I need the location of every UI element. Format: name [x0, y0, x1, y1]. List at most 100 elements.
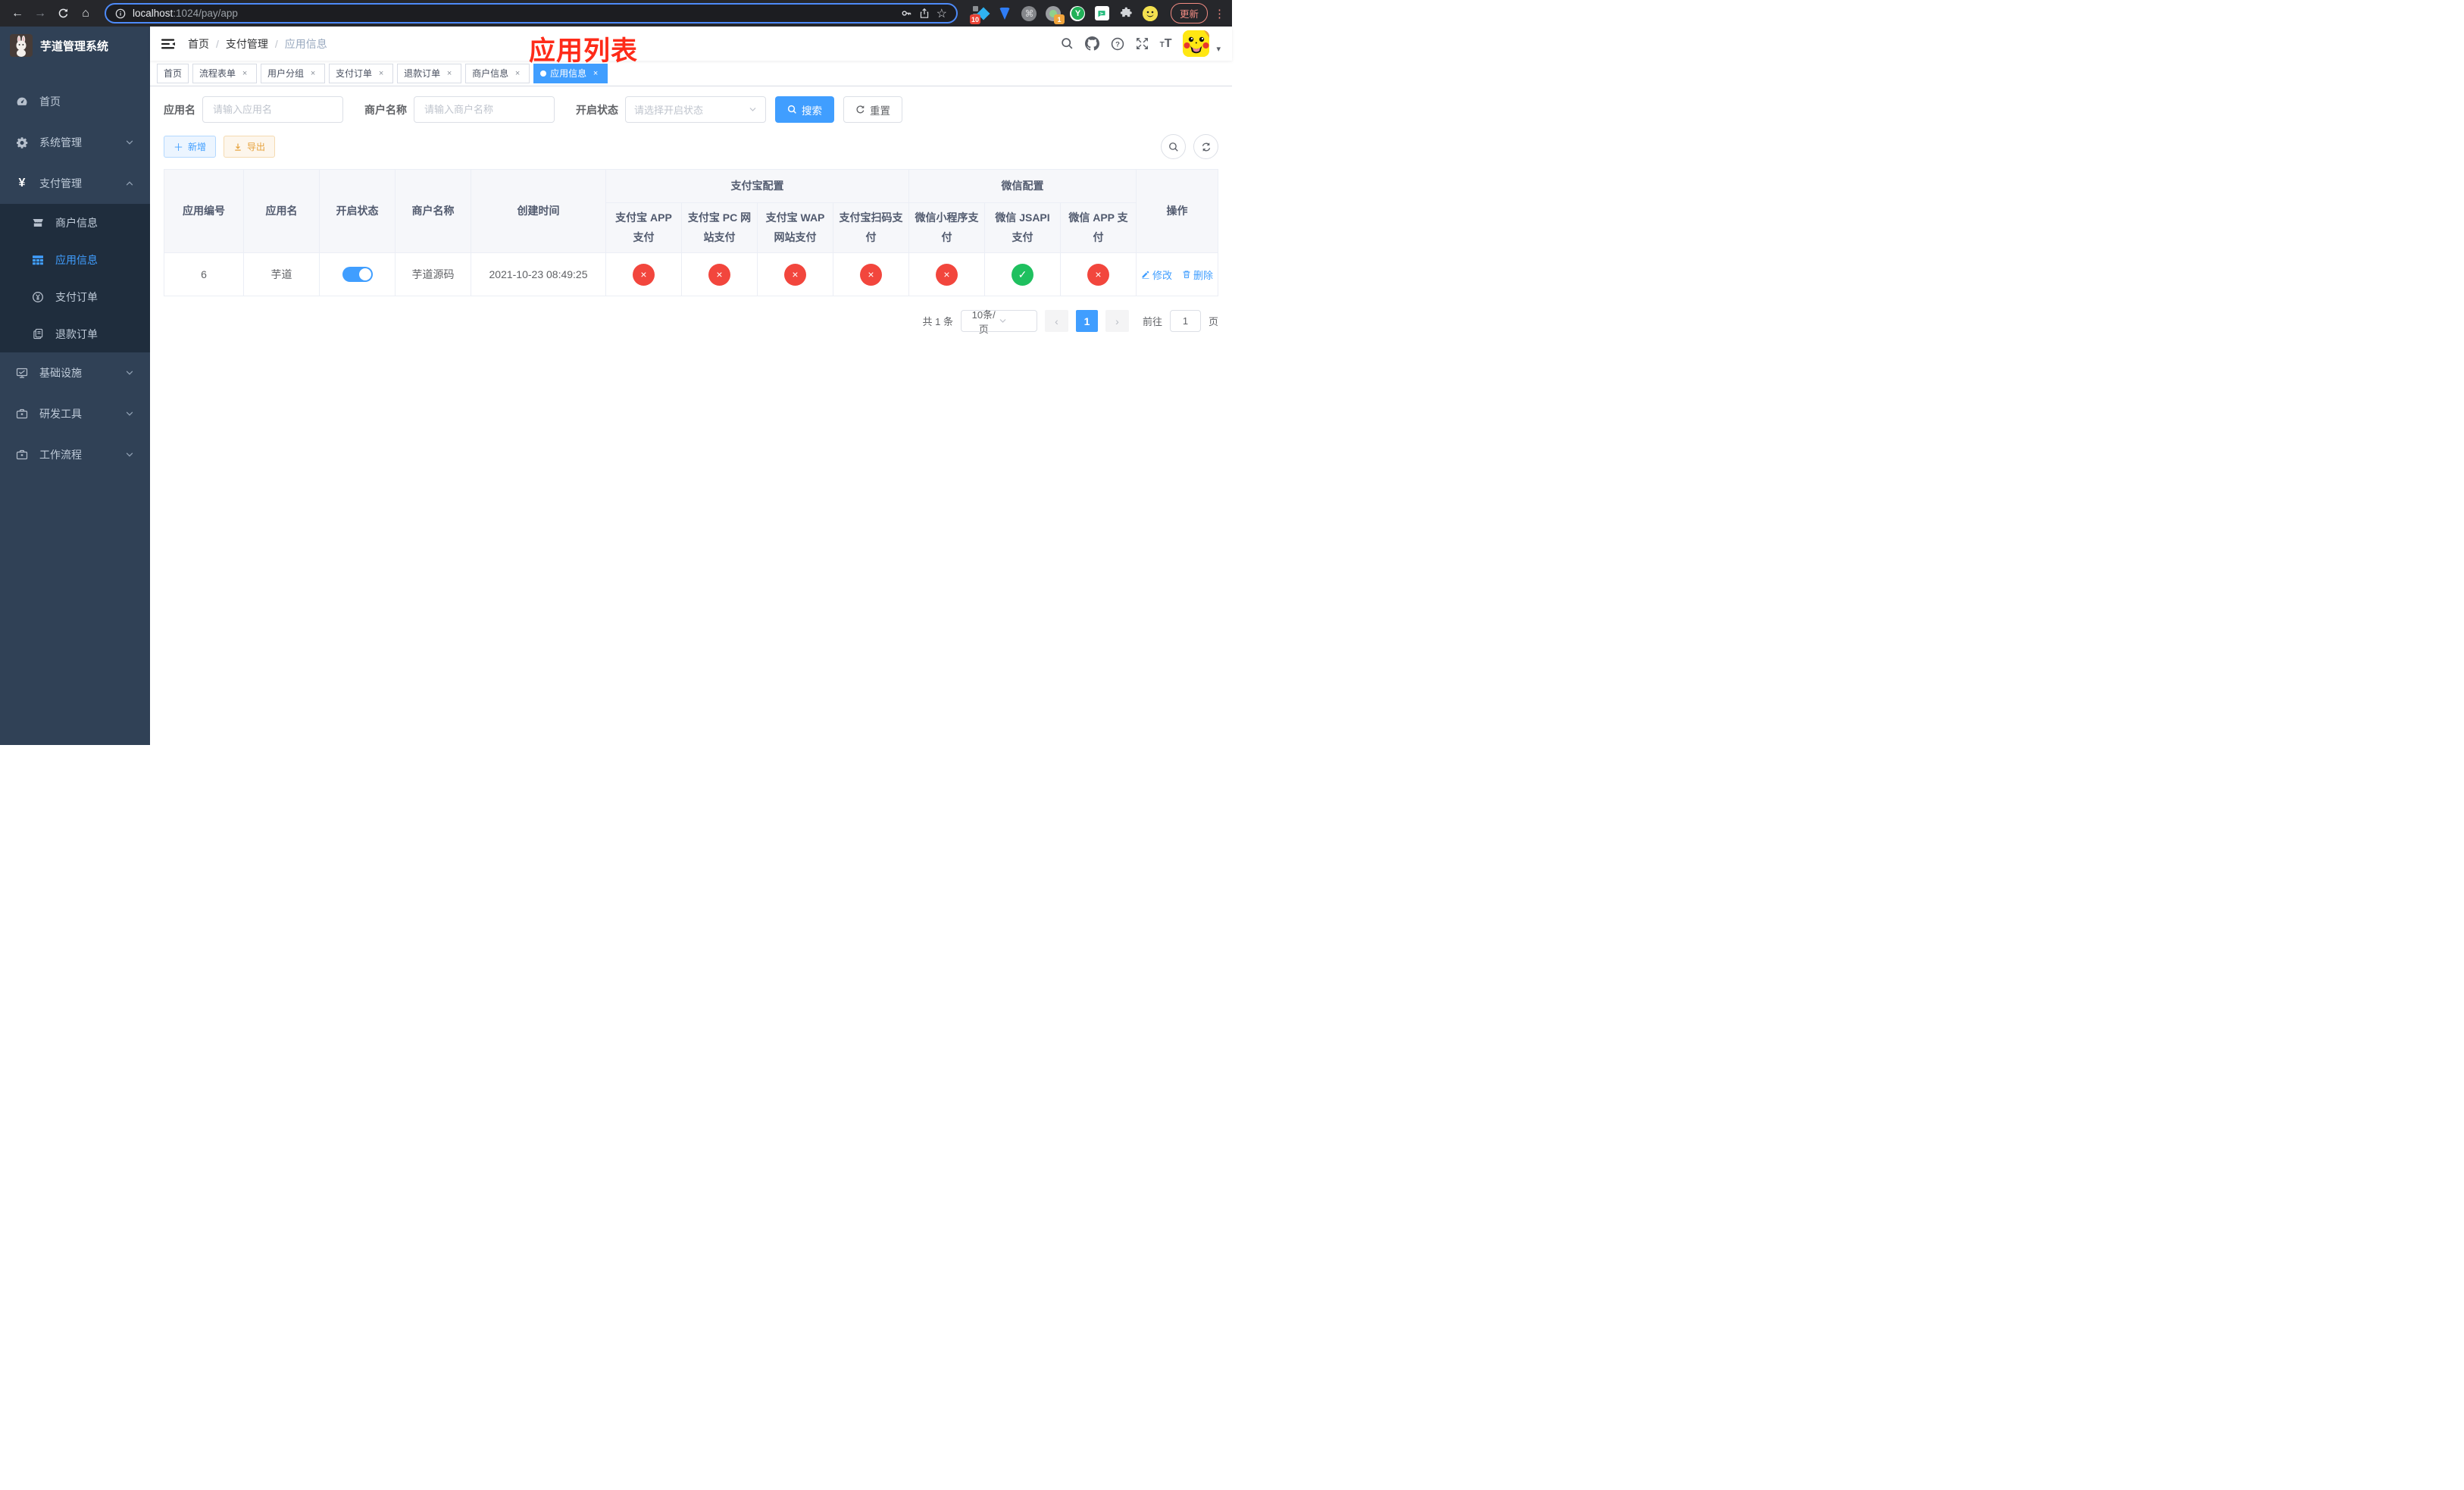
- sidebar-item-label: 研发工具: [39, 408, 82, 420]
- help-icon[interactable]: ?: [1111, 37, 1124, 51]
- tab-process-form[interactable]: 流程表单 ×: [192, 63, 258, 83]
- next-page-button[interactable]: ›: [1105, 310, 1129, 332]
- breadcrumb-payment[interactable]: 支付管理: [226, 36, 268, 52]
- col-group-wechat: 微信配置: [908, 169, 1137, 203]
- breadcrumb-separator: /: [274, 37, 278, 50]
- cell-app-name: 芋道: [243, 252, 320, 296]
- tab-user-group[interactable]: 用户分组 ×: [261, 63, 326, 83]
- browser-reload-button[interactable]: [53, 4, 73, 23]
- wechat-app-status-icon: ×: [1087, 263, 1109, 286]
- app-name-input[interactable]: [202, 96, 343, 123]
- breadcrumb-home[interactable]: 首页: [188, 36, 209, 52]
- fullscreen-icon[interactable]: [1136, 37, 1149, 50]
- payment-submenu: 商户信息 应用信息 支付订单 退款订单: [0, 204, 150, 352]
- rabbit-logo-icon: [10, 34, 33, 57]
- extension-command-icon[interactable]: ⌘: [1021, 5, 1037, 21]
- browser-back-button[interactable]: ←: [8, 4, 27, 23]
- close-icon[interactable]: ×: [512, 68, 523, 79]
- password-key-icon[interactable]: [901, 8, 912, 19]
- col-wechat-app: 微信 APP 支付: [1060, 202, 1137, 253]
- extension-chat-icon[interactable]: [1094, 5, 1110, 21]
- extension-yudao-icon[interactable]: Y: [1070, 5, 1086, 21]
- browser-home-button[interactable]: ⌂: [76, 4, 95, 23]
- add-button-label: 新增: [188, 142, 207, 152]
- share-icon[interactable]: [919, 8, 930, 19]
- close-icon[interactable]: ×: [376, 68, 386, 79]
- page-annotation-title: 应用列表: [529, 36, 639, 66]
- extension-gem-icon[interactable]: [997, 5, 1013, 21]
- extensions-puzzle-icon[interactable]: [1118, 5, 1134, 21]
- url-bar[interactable]: localhost:1024/pay/app ☆: [105, 3, 958, 23]
- sidebar-item-workflow[interactable]: 工作流程: [0, 434, 150, 475]
- tab-label: 首页: [164, 68, 183, 79]
- sidebar-item-refund-order[interactable]: 退款订单: [0, 315, 150, 352]
- sidebar-item-label: 工作流程: [39, 449, 82, 461]
- delete-link-label: 删除: [1193, 269, 1213, 281]
- prev-page-button[interactable]: ‹: [1044, 310, 1068, 332]
- breadcrumb: 首页 / 支付管理 / 应用信息: [188, 36, 327, 52]
- enabled-toggle[interactable]: [342, 267, 373, 282]
- grid-icon: [32, 254, 44, 266]
- edit-link[interactable]: 修改: [1141, 268, 1172, 282]
- col-alipay-wap: 支付宝 WAP 网站支付: [757, 202, 833, 253]
- extension-pinned-icon[interactable]: 10: [969, 5, 990, 24]
- sidebar-item-system[interactable]: 系统管理: [0, 122, 150, 163]
- site-info-icon[interactable]: [115, 8, 126, 19]
- tab-label: 支付订单: [336, 68, 373, 79]
- delete-link[interactable]: 删除: [1182, 268, 1213, 282]
- sidebar-item-label: 商户信息: [55, 216, 98, 229]
- sidebar-item-infrastructure[interactable]: 基础设施: [0, 352, 150, 393]
- close-icon[interactable]: ×: [308, 68, 318, 79]
- caret-down-icon[interactable]: ▾: [1216, 44, 1221, 54]
- app-logo[interactable]: 芋道管理系统: [0, 27, 150, 64]
- sidebar-item-label: 退款订单: [55, 327, 98, 340]
- col-alipay-qr: 支付宝扫码支付: [833, 202, 909, 253]
- chevron-down-icon: [125, 138, 134, 147]
- status-select-placeholder: 请选择开启状态: [634, 105, 704, 116]
- bookmark-star-icon[interactable]: ☆: [937, 6, 947, 21]
- refresh-table-button[interactable]: [1193, 134, 1218, 159]
- add-button[interactable]: ＋ 新增: [164, 136, 217, 158]
- toggle-knob: [358, 268, 371, 280]
- sidebar-item-merchant-info[interactable]: 商户信息: [0, 204, 150, 241]
- github-icon[interactable]: [1084, 36, 1099, 51]
- col-alipay-pc: 支付宝 PC 网站支付: [681, 202, 758, 253]
- page-1-button[interactable]: 1: [1075, 310, 1098, 332]
- close-icon[interactable]: ×: [590, 68, 601, 79]
- browser-update-button[interactable]: 更新: [1170, 3, 1208, 23]
- tab-home[interactable]: 首页: [157, 63, 189, 83]
- document-icon: [32, 328, 44, 340]
- sidebar-item-app-info[interactable]: 应用信息: [0, 241, 150, 278]
- search-button[interactable]: 搜索: [775, 96, 834, 123]
- url-text[interactable]: localhost:1024/pay/app: [133, 8, 894, 19]
- svg-text:?: ?: [1115, 40, 1120, 49]
- export-button[interactable]: 导出: [224, 136, 276, 158]
- tab-label: 用户分组: [267, 68, 305, 79]
- reset-button[interactable]: 重置: [843, 96, 902, 123]
- sidebar-collapse-button[interactable]: [161, 38, 176, 50]
- tab-pay-order[interactable]: 支付订单 ×: [329, 63, 394, 83]
- tab-refund-order[interactable]: 退款订单 ×: [397, 63, 462, 83]
- export-button-label: 导出: [247, 142, 266, 152]
- search-icon[interactable]: [1061, 37, 1074, 50]
- toggle-search-button[interactable]: [1161, 134, 1186, 159]
- profile-avatar-icon[interactable]: [1143, 5, 1159, 21]
- page-size-select[interactable]: 10条/页: [960, 309, 1037, 335]
- tab-merchant-info[interactable]: 商户信息 ×: [465, 63, 530, 83]
- browser-menu-icon[interactable]: ⋮: [1214, 7, 1225, 20]
- merchant-name-input[interactable]: [414, 96, 555, 123]
- sidebar-item-dev-tools[interactable]: 研发工具: [0, 393, 150, 434]
- extension-recorder-icon[interactable]: 1: [1046, 5, 1065, 24]
- font-size-icon[interactable]: TT: [1160, 37, 1172, 51]
- close-icon[interactable]: ×: [444, 68, 455, 79]
- sidebar-item-payment[interactable]: ¥ 支付管理: [0, 163, 150, 204]
- browser-forward-button[interactable]: →: [30, 4, 50, 23]
- user-avatar[interactable]: [1183, 30, 1210, 57]
- sidebar-item-pay-order[interactable]: 支付订单: [0, 278, 150, 315]
- goto-page-input[interactable]: [1169, 310, 1201, 332]
- tags-view-bar: 首页 流程表单 × 用户分组 × 支付订单 × 退款订单 × 商户信息 × 应用…: [150, 61, 1232, 86]
- sidebar-item-home[interactable]: 首页: [0, 81, 150, 122]
- wechat-jsapi-status-icon: ✓: [1012, 263, 1033, 286]
- status-select[interactable]: 请选择开启状态: [625, 96, 766, 123]
- close-icon[interactable]: ×: [239, 68, 250, 79]
